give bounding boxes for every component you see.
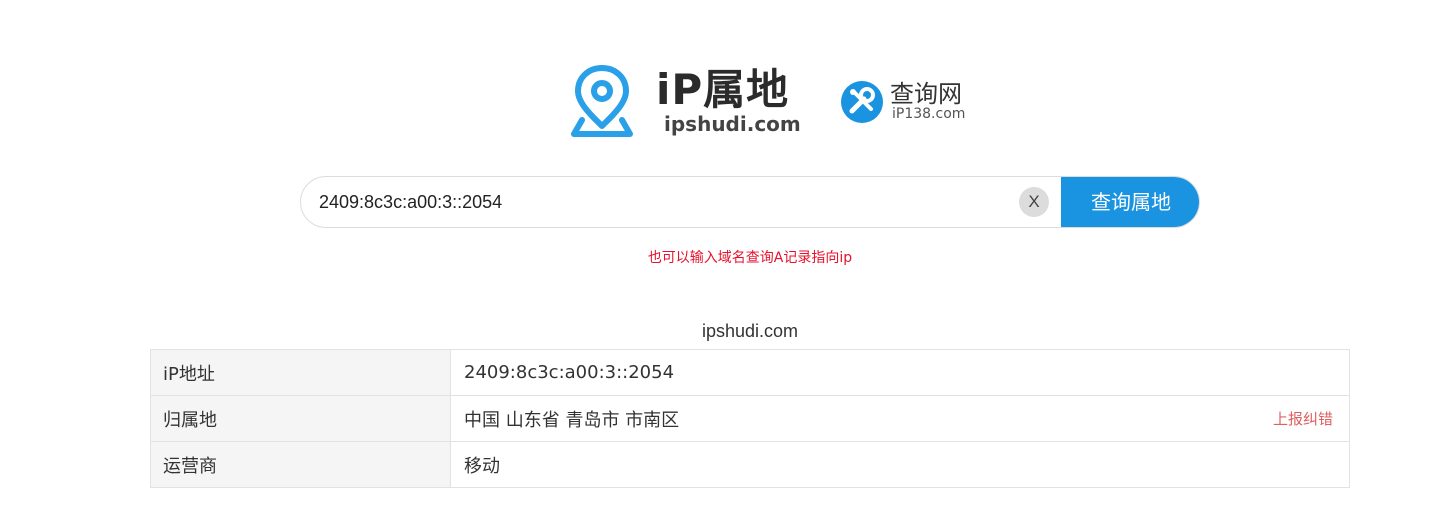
ip138-logo[interactable]: 查询网 iP138.com [838,78,978,128]
result-table: iP地址 2409:8c3c:a00:3::2054 归属地 中国 山东省 青岛… [150,349,1350,488]
location-pin-icon [571,65,633,137]
row-label-location: 归属地 [150,395,451,442]
result-site-name: ipshudi.com [701,321,799,341]
ip138-logo-domain: iP138.com [892,106,966,122]
row-value-ip: 2409:8c3c:a00:3::2054 [450,349,1350,396]
table-row: iP地址 2409:8c3c:a00:3::2054 [150,349,1350,396]
table-row: 归属地 中国 山东省 青岛市 市南区 上报纠错 [150,395,1350,442]
clear-input-button[interactable]: X [1019,187,1049,217]
ip138-logo-title: 查询网 [890,80,962,108]
logo-row: iP属地 ipshudi.com 查询网 iP138.com [0,60,1454,140]
row-label-isp: 运营商 [150,441,451,488]
ipshudi-logo-title: iP属地 [656,65,790,114]
search-bar: X 查询属地 [300,176,1200,228]
row-value-location-cell: 中国 山东省 青岛市 市南区 上报纠错 [450,395,1350,442]
search-hint: 也可以输入域名查询A记录指向ip [647,250,853,266]
row-value-location: 中国 山东省 青岛市 市南区 [464,409,680,431]
table-row: 运营商 移动 [150,441,1350,488]
row-value-isp: 移动 [450,441,1350,488]
wrench-tools-icon [841,81,883,123]
query-location-button[interactable]: 查询属地 [1061,177,1199,227]
row-label-ip: iP地址 [150,349,451,396]
report-error-link[interactable]: 上报纠错 [1273,409,1333,429]
ipshudi-logo-domain: ipshudi.com [664,112,801,136]
ip-search-input[interactable] [319,177,1019,227]
ipshudi-logo[interactable]: iP属地 ipshudi.com [566,64,806,138]
